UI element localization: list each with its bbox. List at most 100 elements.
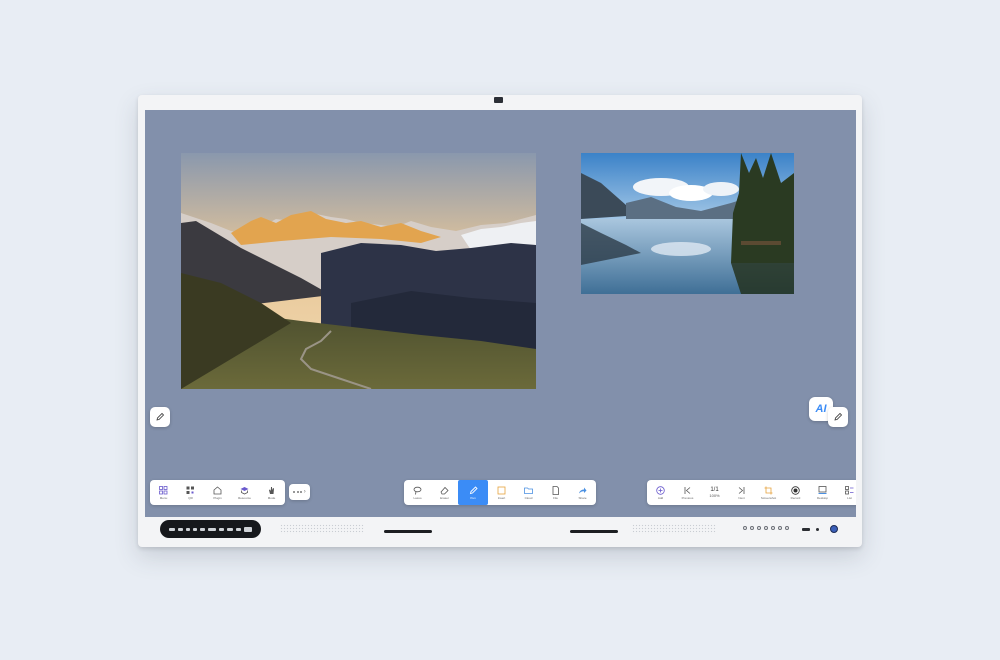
record-icon xyxy=(791,486,801,496)
lasso-icon xyxy=(413,486,423,496)
record-label: Record xyxy=(790,495,801,500)
plugin-label: Plugin xyxy=(213,495,222,500)
pen-label: Pen xyxy=(470,495,476,500)
camera-icon xyxy=(494,97,503,103)
mode-button[interactable]: Mode xyxy=(258,480,285,505)
crop-icon xyxy=(764,486,774,496)
whiteboard-canvas[interactable]: AI Menu QR Plugin Resource Mode › Lasso … xyxy=(145,110,856,517)
port-icon xyxy=(227,527,233,531)
desktop-icon xyxy=(818,486,828,496)
screenshot-button[interactable]: Screenshot xyxy=(755,480,782,505)
insert-button[interactable]: Insert xyxy=(488,480,515,505)
menu-button[interactable]: Menu xyxy=(150,480,177,505)
menu-label: Menu xyxy=(159,495,168,500)
pen-button[interactable]: Pen xyxy=(458,480,488,505)
screenshot-label: Screenshot xyxy=(760,495,777,500)
ai-assistant-label: AI xyxy=(815,403,827,415)
usb-c-port-icon xyxy=(169,527,175,531)
qr-code-icon xyxy=(186,486,196,496)
center-toolbar: Lasso Eraser Pen Insert Cloud File Share xyxy=(404,480,596,505)
wifi-module-icon xyxy=(244,526,252,532)
port-icon xyxy=(186,527,190,531)
next-page-label: Next xyxy=(738,495,745,500)
port-icon xyxy=(193,527,197,531)
pen-shortcut-right[interactable] xyxy=(828,407,848,427)
eraser-icon xyxy=(440,486,450,496)
more-button[interactable]: › xyxy=(289,484,310,500)
page-indicator[interactable]: 1/1 100% xyxy=(701,480,728,505)
pen-slot-left xyxy=(384,530,432,533)
pen-icon xyxy=(468,486,478,496)
previous-page-button[interactable]: Previous xyxy=(674,480,701,505)
hardware-button[interactable] xyxy=(757,526,761,530)
add-page-button[interactable]: Add xyxy=(647,480,674,505)
plugin-button[interactable]: Plugin xyxy=(204,480,231,505)
speaker-grille-left xyxy=(280,524,364,534)
pen-icon xyxy=(156,412,165,421)
previous-page-label: Previous xyxy=(681,495,694,500)
cloud-label: Cloud xyxy=(524,495,533,500)
file-button[interactable]: File xyxy=(542,480,569,505)
hand-icon xyxy=(267,486,277,496)
qr-label: QR xyxy=(188,495,193,500)
front-ports xyxy=(160,520,261,538)
resource-icon xyxy=(240,486,250,496)
next-page-icon xyxy=(737,486,747,496)
eraser-button[interactable]: Eraser xyxy=(431,480,458,505)
mode-label: Mode xyxy=(267,495,276,500)
interactive-display: AI Menu QR Plugin Resource Mode › Lasso … xyxy=(138,95,862,547)
right-toolbar: Add Previous 1/1 100% Next Screenshot Re… xyxy=(647,480,856,505)
port-icon xyxy=(236,527,241,531)
add-page-label: Add xyxy=(657,495,664,500)
share-label: Share xyxy=(578,495,587,500)
eraser-label: Eraser xyxy=(440,495,449,500)
chevron-right-icon: › xyxy=(303,489,306,495)
share-icon xyxy=(578,486,588,496)
hardware-button[interactable] xyxy=(764,526,768,530)
more-icon-dot xyxy=(300,491,303,493)
hardware-button[interactable] xyxy=(743,526,747,530)
insert-icon xyxy=(497,486,507,496)
port-icon xyxy=(200,527,205,531)
hardware-button[interactable] xyxy=(771,526,775,530)
next-page-button[interactable]: Next xyxy=(728,480,755,505)
lasso-label: Lasso xyxy=(413,495,422,500)
file-icon xyxy=(551,486,561,496)
pen-icon xyxy=(834,412,843,421)
pen-slot-right xyxy=(570,530,618,533)
hardware-button[interactable] xyxy=(750,526,754,530)
usb-port-icon xyxy=(802,528,810,531)
previous-page-icon xyxy=(683,486,693,496)
hardware-button[interactable] xyxy=(785,526,789,530)
desktop-label: Desktop xyxy=(816,495,828,500)
lake-photo[interactable] xyxy=(581,153,794,294)
add-page-icon xyxy=(656,486,666,496)
more-icon-dot xyxy=(293,491,296,493)
mountain-photo[interactable] xyxy=(181,153,536,389)
zoom-level: 100% xyxy=(709,493,720,498)
list-label: List xyxy=(847,495,852,500)
resource-button[interactable]: Resource xyxy=(231,480,258,505)
port-icon xyxy=(178,527,183,531)
cloud-button[interactable]: Cloud xyxy=(515,480,542,505)
resource-label: Resource xyxy=(238,495,251,500)
hdmi-port-icon xyxy=(208,527,216,531)
power-button[interactable] xyxy=(830,525,838,533)
hardware-buttons xyxy=(743,526,789,530)
insert-label: Insert xyxy=(497,495,506,500)
file-label: File xyxy=(553,495,558,500)
port-icon xyxy=(219,527,224,531)
list-icon xyxy=(845,486,855,496)
record-button[interactable]: Record xyxy=(782,480,809,505)
lasso-button[interactable]: Lasso xyxy=(404,480,431,505)
pen-shortcut-left[interactable] xyxy=(150,407,170,427)
hardware-button[interactable] xyxy=(778,526,782,530)
speaker-grille-right xyxy=(632,524,716,534)
list-button[interactable]: List xyxy=(836,480,856,505)
folder-icon xyxy=(524,486,534,496)
desktop-button[interactable]: Desktop xyxy=(809,480,836,505)
share-button[interactable]: Share xyxy=(569,480,596,505)
grid-icon xyxy=(159,486,169,496)
qr-button[interactable]: QR xyxy=(177,480,204,505)
plugin-icon xyxy=(213,486,223,496)
